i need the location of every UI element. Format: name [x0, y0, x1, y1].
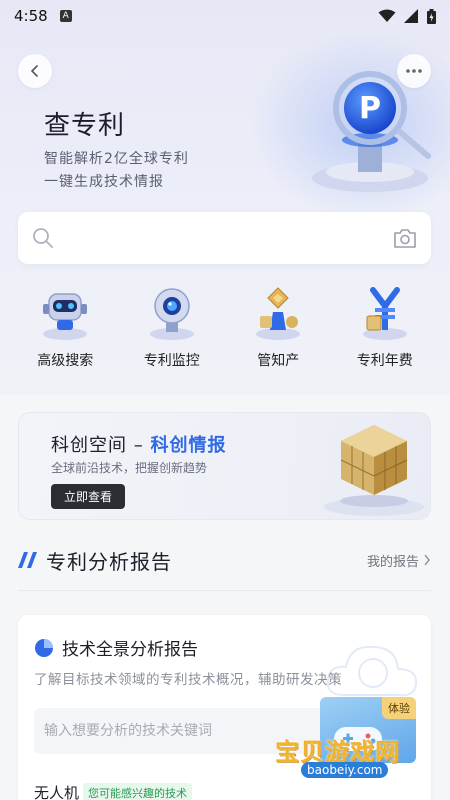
report-card-header: 技术全景分析报告 [34, 635, 198, 660]
quick-advanced-search[interactable]: 高级搜索 [15, 282, 115, 370]
banner-subtitle: 全球前沿技术，把握创新趋势 [51, 461, 208, 475]
robot-icon [43, 293, 88, 340]
banner-title: 科创空间 – 科创情报 [51, 431, 226, 457]
status-bar: 4:58 A [0, 0, 450, 32]
quick-label: 管知产 [257, 353, 300, 369]
quick-patent-fee[interactable]: 专利年费 [335, 282, 435, 370]
quick-label: 专利年费 [356, 353, 413, 369]
camera-scan-icon[interactable] [393, 227, 417, 249]
suggestion-row[interactable]: 无人机 您可能感兴趣的技术 [34, 782, 193, 800]
quick-label: 专利监控 [143, 353, 200, 369]
search-bar[interactable] [18, 212, 431, 264]
yen-icon [362, 287, 407, 340]
page-title: 查专利 [44, 111, 126, 141]
status-time: 4:58 [14, 7, 48, 25]
back-button[interactable] [18, 54, 52, 88]
banner-title-prefix: 科创空间 – [51, 435, 151, 456]
banner-title-highlight: 科创情报 [150, 435, 227, 456]
innovation-banner[interactable]: 科创空间 – 科创情报 全球前沿技术，把握创新趋势 立即查看 [18, 412, 431, 520]
quick-label: 高级搜索 [37, 353, 94, 369]
report-card-title: 技术全景分析报告 [62, 640, 198, 660]
signal-icon [404, 9, 419, 23]
notification-icon: A [59, 10, 72, 22]
my-reports-label: 我的报告 [366, 554, 419, 570]
battery-icon [427, 8, 436, 24]
suggestion-tag: 您可能感兴趣的技术 [83, 782, 193, 800]
my-reports-link[interactable]: 我的报告 [367, 551, 431, 570]
suggestion-text: 无人机 [34, 784, 80, 800]
section-title: 专利分析报告 [46, 549, 172, 574]
search-input[interactable] [64, 230, 393, 246]
svg-text:P: P [359, 91, 381, 126]
pie-chart-icon [35, 638, 53, 657]
report-card-description: 了解目标技术领域的专利技术概况，辅助研发决策 [34, 672, 342, 688]
status-icons [378, 8, 436, 24]
trial-badge: 体验 [382, 697, 416, 719]
chevron-left-icon [30, 65, 38, 77]
camera-icon [149, 288, 194, 340]
wifi-icon [378, 9, 396, 23]
section-mark-icon [18, 552, 37, 568]
hero-subtitle-2: 一键生成技术情报 [44, 174, 164, 190]
search-icon [33, 228, 53, 248]
cube-illustration-icon [324, 425, 424, 516]
quick-actions: 高级搜索 专利监控 管知产 专利年费 [0, 282, 450, 370]
quick-patent-monitor[interactable]: 专利监控 [122, 282, 222, 370]
view-now-button[interactable]: 立即查看 [51, 484, 125, 509]
trophy-icon [256, 287, 301, 340]
section-divider [18, 590, 431, 591]
patent-logo-icon: P [312, 71, 431, 192]
section-header: 专利分析报告 我的报告 [18, 540, 431, 580]
chevron-right-icon [424, 554, 430, 566]
site-watermark: 宝贝游戏网 baobeiy.com [275, 732, 425, 782]
hero-subtitle-1: 智能解析2亿全球专利 [44, 151, 189, 167]
watermark-url: baobeiy.com [301, 762, 389, 778]
quick-ip-manage[interactable]: 管知产 [228, 282, 328, 370]
